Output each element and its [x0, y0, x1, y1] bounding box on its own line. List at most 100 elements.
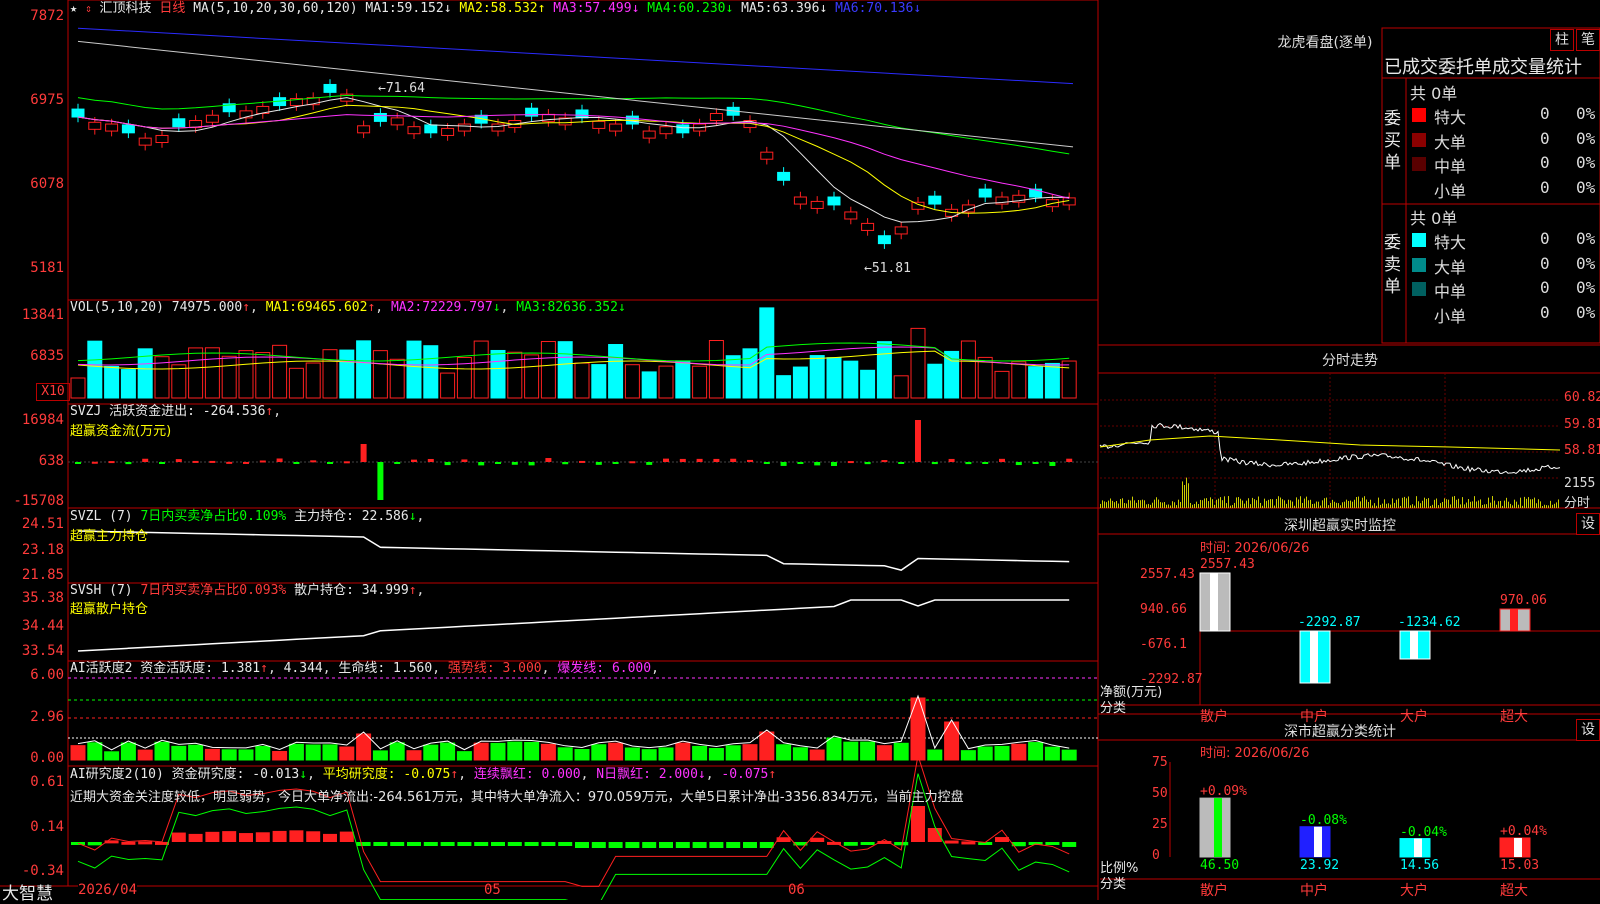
class-value-label: 14.56: [1400, 858, 1440, 873]
intraday-vol-bar: [1154, 499, 1155, 508]
intraday-vol-bar: [1284, 500, 1285, 508]
kline-y-label: 5181: [30, 260, 64, 276]
intraday-vol-bar: [1372, 505, 1373, 508]
svzj-bar: [847, 461, 854, 464]
intraday-vol-bar: [1282, 499, 1283, 508]
svzj-bar: [579, 460, 585, 463]
activity-bar: [1011, 743, 1027, 761]
candle: [373, 112, 387, 122]
volume-bar: [507, 351, 523, 399]
intraday-vol-bar: [1392, 498, 1393, 508]
svzj-bar: [562, 462, 569, 465]
sz-class-date: 时间: 2026/06/26: [1200, 746, 1310, 761]
svzj-chart[interactable]: [68, 420, 1098, 500]
monitor-category-label: 大户: [1400, 709, 1428, 725]
volume-bar: [742, 348, 758, 399]
svzl-chart[interactable]: [77, 530, 1070, 571]
svzj-bar: [192, 460, 199, 463]
intraday-vol-bar: [1450, 504, 1451, 508]
intraday-vol-bar: [1502, 505, 1503, 508]
activity-bar: [70, 745, 86, 761]
star-icon[interactable]: ★: [70, 1, 77, 15]
sz-class-settings-button[interactable]: 设: [1576, 719, 1600, 741]
intraday-vol-bar: [1354, 499, 1355, 508]
intraday-vol-bar: [1536, 503, 1537, 508]
intraday-vol-bar: [1240, 498, 1241, 508]
svzj-bar: [763, 462, 770, 464]
activity-bar: [339, 746, 355, 761]
candle: [457, 123, 471, 132]
activity-bar: [1044, 746, 1060, 761]
volume-bar: [339, 349, 355, 399]
activity-bar: [322, 744, 338, 761]
sz-monitor-settings-button[interactable]: 设: [1576, 513, 1600, 535]
volume-bar: [927, 363, 943, 399]
sz-monitor-x-caption: 分类: [1100, 701, 1127, 716]
volume-bar: [893, 375, 909, 399]
period-label[interactable]: 日线: [159, 1, 185, 16]
svsh-subtitle: 超赢散户持仓: [70, 602, 149, 617]
order-count: 0: [1540, 153, 1550, 172]
intraday-vol-bar: [1302, 502, 1303, 508]
monitor-bar-label: -1234.62: [1398, 615, 1461, 630]
intraday-vol-bar: [1506, 497, 1507, 508]
intraday-vol-bar: [1362, 497, 1363, 508]
candle: [978, 188, 992, 198]
svzl-line: [77, 530, 1070, 571]
svzj-subtitle: 超赢资金流(万元): [70, 424, 172, 439]
intraday-vol-bar: [1146, 504, 1147, 508]
intraday-vol-bar: [1148, 503, 1149, 508]
svsh-chart[interactable]: [77, 599, 1070, 652]
research-bar: [575, 842, 589, 848]
research-bar: [289, 830, 304, 842]
svzl-y-label: 24.51: [21, 516, 64, 532]
intraday-vol-bar: [1454, 496, 1455, 508]
research-bar: [474, 842, 489, 846]
bar-mode-button[interactable]: 柱: [1550, 29, 1574, 51]
candle: [407, 126, 421, 135]
svzj-bar: [327, 462, 333, 464]
candle: [827, 196, 841, 206]
ai-research-comment: 近期大资金关注度较低，明显弱势，今日大单净流出:-264.561万元，其中特大单…: [70, 790, 964, 805]
intraday-vol-bar: [1472, 501, 1473, 508]
kline-y-label: 6975: [30, 92, 64, 108]
svzj-bar: [125, 462, 132, 465]
buy-side-label: 委买单: [1384, 109, 1401, 173]
intraday-vol-bar: [1152, 502, 1153, 508]
kline-chart[interactable]: [71, 27, 1076, 249]
intraday-vol-bar: [1466, 502, 1467, 508]
activity-bar: [540, 743, 556, 761]
candle: [575, 109, 589, 119]
svzj-bar: [730, 458, 737, 462]
activity-bar: [255, 745, 271, 761]
volume-bar: [759, 307, 775, 399]
tick-mode-button[interactable]: 笔: [1576, 29, 1600, 51]
ai1-y-label: 2.96: [30, 709, 64, 725]
ma-line: [77, 104, 1070, 214]
research-bar: [87, 842, 102, 846]
intraday-chart[interactable]: [1099, 373, 1561, 508]
monitor-y-label: 2557.43: [1140, 567, 1195, 582]
intraday-vol-bar: [1188, 483, 1189, 508]
activity-bar: [860, 741, 876, 761]
intraday-vol-bar: [1236, 497, 1237, 508]
activity-bar: [994, 745, 1010, 761]
vol-unit-badge[interactable]: X10: [36, 383, 70, 401]
candle: [793, 196, 807, 205]
volume-chart[interactable]: [70, 307, 1077, 399]
intraday-vol-bar: [1276, 498, 1277, 508]
svzj-bar: [377, 462, 384, 500]
intraday-vol-bar: [1264, 498, 1265, 508]
svzl-y-label: 23.18: [21, 542, 64, 558]
intraday-vol-bar: [1544, 504, 1545, 508]
svzj-bar: [394, 462, 401, 464]
order-size-label: 大单: [1434, 257, 1467, 277]
ai-activity-chart[interactable]: [68, 677, 1098, 761]
intraday-vol-bar: [1162, 502, 1163, 508]
intraday-vol-bar: [1516, 501, 1517, 508]
intraday-vol-bar: [1246, 500, 1247, 508]
stock-name[interactable]: 汇顶科技: [100, 1, 152, 16]
intraday-vol-bar: [1384, 499, 1385, 508]
volume-bar: [356, 340, 372, 399]
sort-icon[interactable]: ⇕: [85, 2, 92, 15]
